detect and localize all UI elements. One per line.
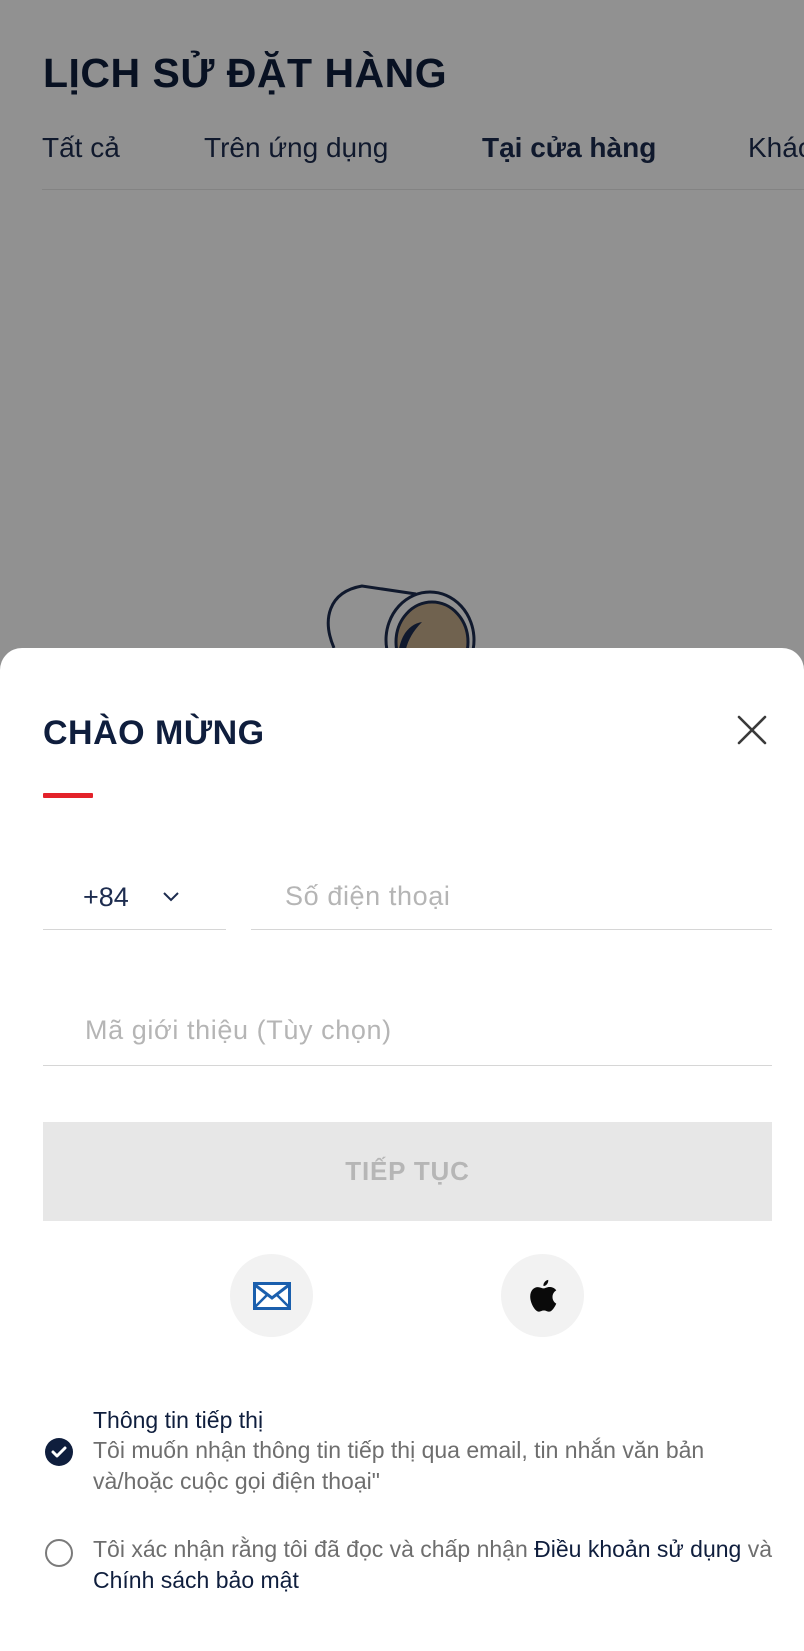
terms-of-use-link[interactable]: Điều khoản sử dụng	[534, 1536, 741, 1562]
title-accent-line	[43, 793, 93, 798]
close-button[interactable]	[730, 708, 774, 752]
country-code-selector[interactable]: +84	[43, 858, 226, 930]
marketing-consent-text: Tôi muốn nhận thông tin tiếp thị qua ema…	[93, 1437, 705, 1494]
country-code-value: +84	[83, 882, 129, 912]
sheet-title: CHÀO MỪNG	[43, 714, 265, 752]
terms-consent-checkbox[interactable]	[45, 1539, 73, 1567]
privacy-policy-link[interactable]: Chính sách bảo mật	[93, 1567, 299, 1593]
checkmark-icon	[51, 1446, 67, 1458]
mail-icon	[252, 1281, 291, 1310]
marketing-consent-checkbox[interactable]	[45, 1438, 73, 1466]
chevron-down-icon	[163, 892, 179, 902]
continue-button[interactable]: TIẾP TỤC	[43, 1122, 772, 1221]
app-screen: LỊCH SỬ ĐẶT HÀNG Tất cả Trên ứng dụng Tạ…	[0, 0, 804, 1651]
login-sheet: CHÀO MỪNG +84 TIẾP TỤC	[0, 648, 804, 1651]
terms-prefix: Tôi xác nhận rằng tôi đã đọc và chấp nhậ…	[93, 1536, 535, 1562]
phone-field	[251, 858, 772, 930]
referral-field	[43, 990, 772, 1066]
terms-consent-text: Tôi xác nhận rằng tôi đã đọc và chấp nhậ…	[93, 1534, 773, 1596]
apple-login-button[interactable]	[501, 1254, 584, 1337]
email-login-button[interactable]	[230, 1254, 313, 1337]
marketing-consent-title: Thông tin tiếp thị	[93, 1407, 264, 1433]
referral-code-input[interactable]	[43, 990, 772, 1065]
apple-icon	[529, 1279, 556, 1312]
terms-conjunction: và	[741, 1536, 773, 1562]
close-icon	[737, 715, 767, 745]
phone-input[interactable]	[251, 858, 772, 929]
